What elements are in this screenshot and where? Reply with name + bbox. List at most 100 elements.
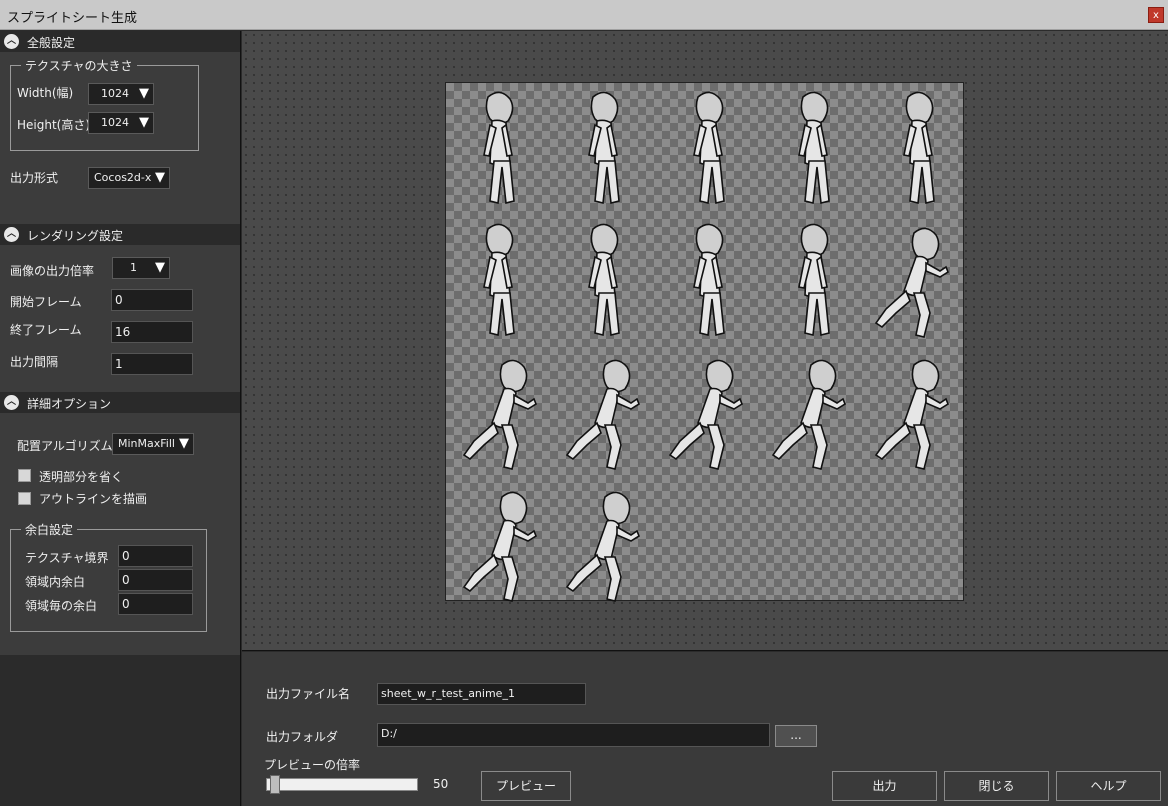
sprite-frame	[874, 359, 949, 470]
start-frame-input[interactable]: 0	[111, 289, 193, 311]
sprite-shape	[513, 525, 537, 542]
filename-label: 出力ファイル名	[266, 687, 351, 701]
filename-input[interactable]: sheet_w_r_test_anime_1	[377, 683, 586, 705]
sprite-frame	[565, 491, 640, 602]
sprite-frame	[483, 223, 515, 336]
sprite-shape	[903, 387, 929, 429]
sprite-shape	[706, 424, 725, 470]
general-settings-header[interactable]: ︿ 全般設定	[0, 31, 240, 52]
format-dropdown[interactable]: Cocos2d-x ▼	[88, 167, 170, 189]
rendering-settings-header[interactable]: ︿ レンダリング設定	[0, 224, 240, 245]
folder-label: 出力フォルダ	[266, 730, 339, 744]
chevron-up-icon[interactable]: ︿	[4, 227, 19, 242]
sprite-shape	[491, 387, 517, 429]
texture-border-input[interactable]: 0	[118, 545, 193, 567]
sprite-shape	[590, 223, 619, 257]
dropdown-arrow-icon: ▼	[139, 86, 149, 101]
sprite-frame	[565, 359, 640, 470]
end-frame-input[interactable]: 16	[111, 321, 193, 343]
sprite-shape	[771, 421, 808, 461]
sprite-shape	[565, 553, 602, 593]
inner-margin-label: 領域内余白	[25, 575, 86, 589]
sprite-shape	[489, 292, 515, 336]
sprite-shape	[602, 359, 631, 393]
texture-size-group: テクスチャの大きさ	[10, 57, 199, 151]
sprite-frame	[462, 491, 537, 602]
folder-input[interactable]: D:/	[377, 723, 770, 747]
trim-transparent-checkbox[interactable]	[18, 469, 31, 482]
chevron-up-icon[interactable]: ︿	[4, 34, 19, 49]
sprite-shape	[616, 525, 640, 542]
dropdown-arrow-icon: ▼	[179, 436, 189, 451]
preview-area	[242, 31, 1168, 651]
rendering-settings-title: レンダリング設定	[27, 229, 124, 243]
width-label: Width(幅)	[17, 86, 74, 100]
sprite-shape	[909, 160, 935, 204]
sprite-shape	[594, 160, 620, 204]
sprite-shape	[590, 91, 619, 125]
close-window-button[interactable]: x	[1148, 7, 1164, 23]
end-frame-label: 終了フレーム	[10, 323, 82, 337]
sprite-shape	[911, 359, 940, 393]
each-margin-input[interactable]: 0	[118, 593, 193, 615]
format-value: Cocos2d-x	[94, 171, 152, 184]
zoom-slider-thumb[interactable]	[270, 775, 280, 794]
width-dropdown[interactable]: 1024 ▼	[88, 83, 154, 105]
sprite-shape	[719, 393, 743, 410]
close-button[interactable]: 閉じる	[944, 771, 1049, 801]
detail-options-header[interactable]: ︿ 詳細オプション	[0, 392, 240, 413]
sprite-shape	[925, 261, 949, 278]
sprite-shape	[808, 359, 837, 393]
general-settings-title: 全般設定	[27, 36, 76, 50]
sprite-sheet-preview	[445, 82, 964, 602]
window-title: スプライトシート生成	[7, 11, 138, 26]
output-button[interactable]: 出力	[832, 771, 937, 801]
sprite-shape	[695, 91, 724, 125]
zoom-label: プレビューの倍率	[264, 758, 361, 772]
sprite-shape	[925, 393, 949, 410]
algorithm-dropdown[interactable]: MinMaxFill ▼	[112, 433, 194, 455]
format-label: 出力形式	[10, 171, 59, 185]
sprite-frame	[874, 227, 949, 338]
sprite-shape	[804, 292, 830, 336]
inner-margin-input[interactable]: 0	[118, 569, 193, 591]
settings-panel: ︿ 全般設定 テクスチャの大きさ Width(幅) 1024 ▼ Height(高…	[0, 31, 241, 806]
sprite-shape	[513, 393, 537, 410]
sprite-frame	[798, 223, 830, 336]
sprite-frame	[588, 223, 620, 336]
dropdown-arrow-icon: ▼	[155, 260, 165, 275]
zoom-slider-track[interactable]	[266, 778, 418, 791]
sprite-shape	[804, 160, 830, 204]
chevron-up-icon[interactable]: ︿	[4, 395, 19, 410]
draw-outline-checkbox[interactable]	[18, 492, 31, 505]
height-dropdown[interactable]: 1024 ▼	[88, 112, 154, 134]
sprite-shape	[565, 421, 602, 461]
help-button[interactable]: ヘルプ	[1056, 771, 1161, 801]
sprite-shape	[616, 393, 640, 410]
sprite-shape	[705, 359, 734, 393]
sprite-shape	[699, 292, 725, 336]
height-value: 1024	[101, 116, 129, 129]
interval-label: 出力間隔	[10, 355, 59, 369]
sprite-shape	[594, 519, 620, 561]
output-panel: 出力ファイル名 sheet_w_r_test_anime_1 出力フォルダ D:…	[242, 652, 1168, 806]
sprite-shape	[695, 223, 724, 257]
sprite-shape	[800, 387, 826, 429]
sprite-shape	[800, 91, 829, 125]
scale-dropdown[interactable]: 1 ▼	[112, 257, 170, 279]
detail-options-title: 詳細オプション	[27, 397, 112, 411]
scale-value: 1	[130, 261, 137, 274]
sprite-shape	[602, 491, 631, 525]
sprite-shape	[603, 424, 622, 470]
sprite-shape	[905, 91, 934, 125]
sprite-frame	[771, 359, 846, 470]
preview-button[interactable]: プレビュー	[481, 771, 571, 801]
sprite-frame	[462, 359, 537, 470]
sprite-frame	[588, 91, 620, 204]
browse-folder-button[interactable]: ...	[775, 725, 817, 747]
sprite-shape	[462, 421, 499, 461]
interval-input[interactable]: 1	[111, 353, 193, 375]
sprite-shape	[809, 424, 828, 470]
sprite-shape	[500, 424, 519, 470]
sprite-shape	[594, 387, 620, 429]
